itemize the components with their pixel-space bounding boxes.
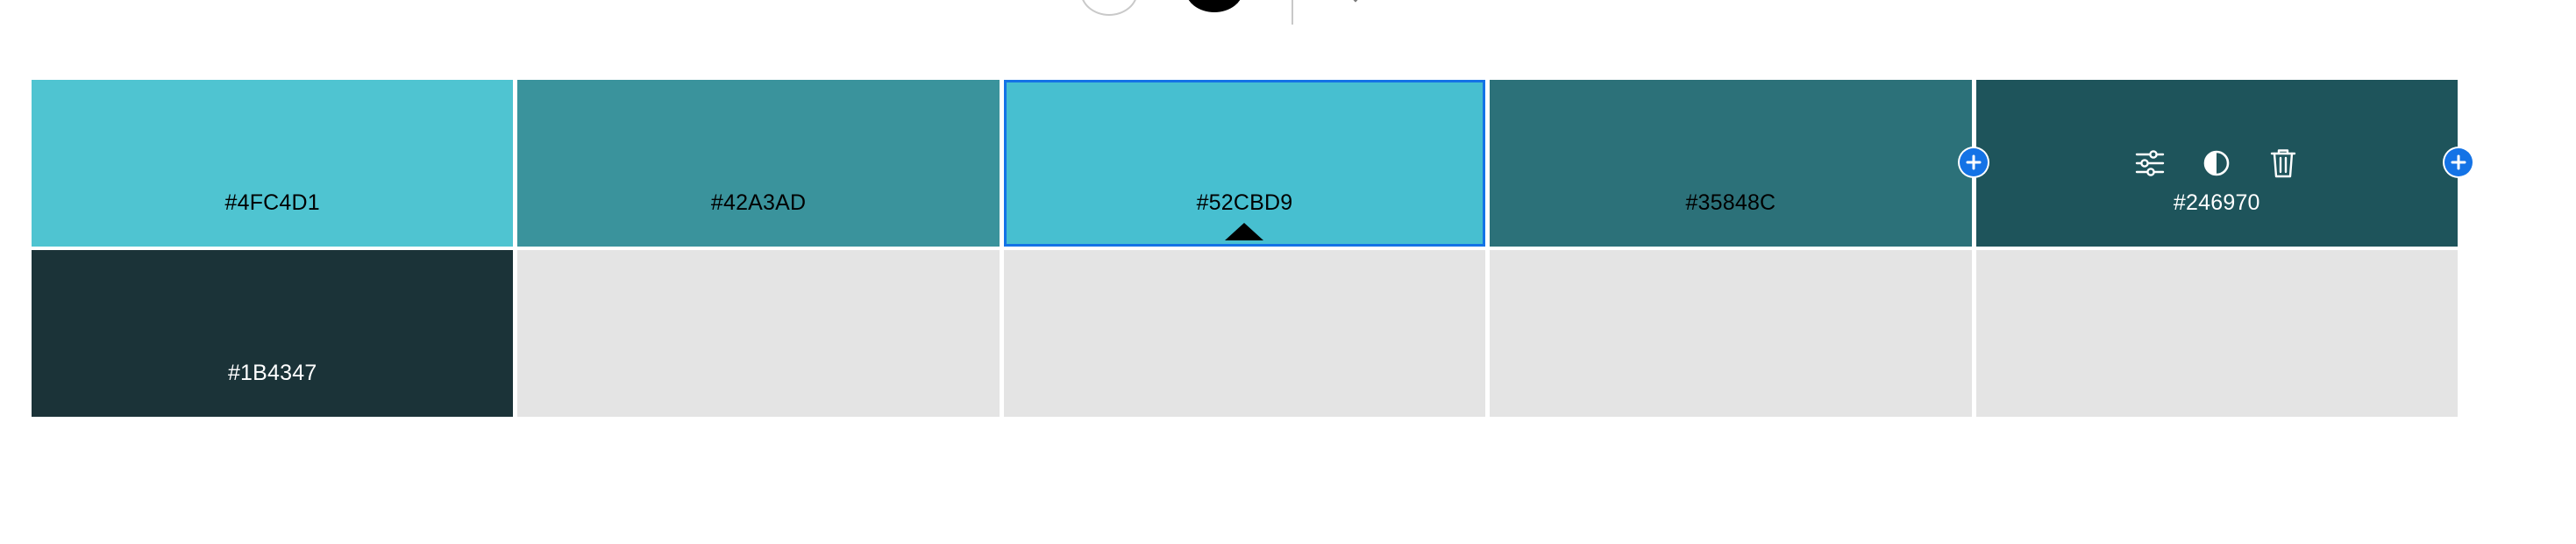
top-toolbar (0, 0, 2576, 35)
swatch-actions (1976, 146, 2458, 181)
plus-icon (1966, 154, 1982, 170)
hex-label: #52CBD9 (1196, 190, 1293, 215)
color-swatch-selected[interactable]: #52CBD9 (1003, 80, 1486, 247)
color-swatch[interactable]: #1B4347 (32, 250, 514, 417)
selection-caret-icon (1225, 223, 1264, 240)
hex-label: #35848C (1685, 190, 1776, 215)
chevron-down-icon[interactable] (1348, 0, 1363, 3)
color-swatch[interactable]: #4FC4D1 (32, 80, 514, 247)
adjust-sliders-icon[interactable] (2132, 146, 2167, 181)
black-color-circle-icon[interactable] (1185, 0, 1243, 12)
plus-icon (2451, 154, 2466, 170)
hex-label: #1B4347 (227, 361, 317, 385)
contrast-icon[interactable] (2199, 146, 2234, 181)
palette-grid: #4FC4D1 #42A3AD #52CBD9 #35848C #246970 … (32, 80, 2458, 417)
empty-swatch (1490, 250, 1972, 417)
trash-icon[interactable] (2266, 146, 2301, 181)
color-swatch[interactable]: #42A3AD (517, 80, 1000, 247)
hex-label: #246970 (2173, 190, 2260, 215)
empty-swatch (1975, 250, 2458, 417)
color-palette-editor: #4FC4D1 #42A3AD #52CBD9 #35848C #246970 … (0, 0, 2576, 544)
empty-swatch (1003, 250, 1486, 417)
color-swatch[interactable]: #35848C (1490, 80, 1972, 247)
toolbar-divider (1292, 0, 1293, 25)
color-swatch-active[interactable]: #246970 (1975, 80, 2458, 247)
hex-label: #4FC4D1 (224, 190, 320, 215)
white-color-circle-icon[interactable] (1080, 0, 1138, 16)
hex-label: #42A3AD (710, 190, 807, 215)
empty-swatch (517, 250, 1000, 417)
add-color-after-button[interactable] (2444, 148, 2473, 176)
add-color-before-button[interactable] (1960, 148, 1988, 176)
